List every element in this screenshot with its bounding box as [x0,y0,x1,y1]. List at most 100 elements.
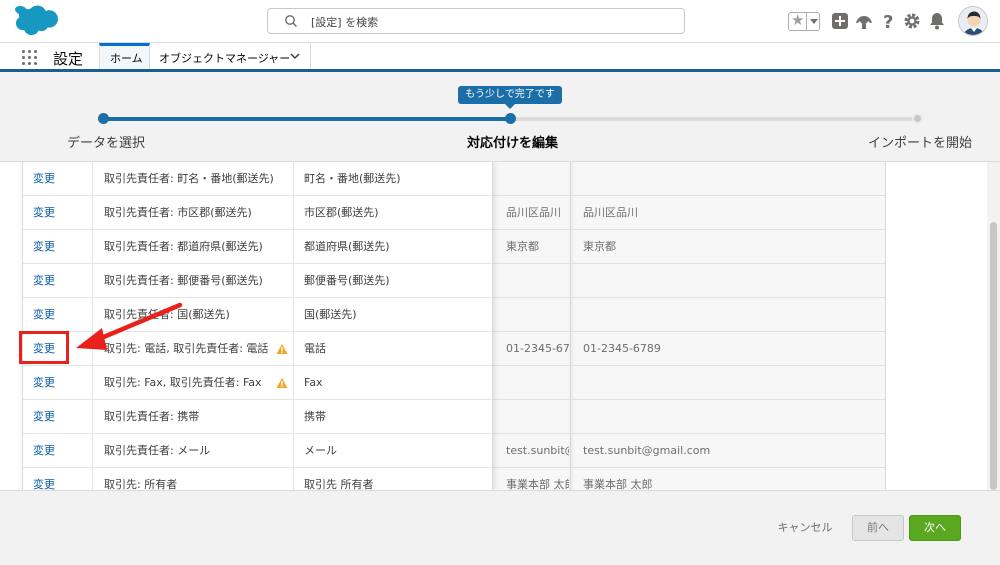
import-progress-indicator: もう少しで完了です データを選択 対応付けを編集 インポートを開始 [0,74,1000,162]
help-icon[interactable]: ? [878,11,898,31]
chevron-down-icon[interactable] [289,51,301,61]
mapped-field-name: 市区郡(郵送先) [304,206,379,219]
sample-value [583,400,883,434]
sample-value [583,162,883,196]
mapping-row: 変更 取引先責任者: 携帯 携帯 [23,400,492,434]
mapping-row: 変更 取引先責任者: 都道府県(郵送先) 都道府県(郵送先) [23,230,492,264]
global-header: [設定] を検索 ★ ? [0,0,1000,43]
mapping-row: 変更 取引先: Fax, 取引先責任者: Fax Fax [23,366,492,400]
warning-icon[interactable] [276,332,288,366]
sample-value: 01-2345-6789 [506,342,569,355]
change-mapping-link[interactable]: 変更 [33,196,88,230]
source-column-header: 取引先責任者: 市区郡(郵送先) [104,206,252,219]
sample-value [506,298,569,332]
sample-value: 品川区品川 [506,206,561,219]
sample-data-row [493,298,885,332]
bell-icon[interactable] [927,11,947,31]
sample-value: 事業本部 太郎 [506,478,569,490]
mapped-field-name: 国(郵送先) [304,308,357,321]
salesforce-cloud-logo[interactable] [10,5,58,38]
source-column-header: 取引先責任者: 町名・番地(郵送先) [104,172,274,185]
source-column-header: 取引先: Fax, 取引先責任者: Fax [104,376,262,389]
sample-data-row: 品川区品川 品川区品川 [493,196,885,230]
sample-value: test.sunbit@gmail.com [583,444,711,457]
sample-value [506,366,569,400]
progress-step-3-marker [912,113,923,124]
progress-step-select-data: データを選択 [67,136,146,151]
sample-data-row [493,400,885,434]
tab-object-manager[interactable]: オブジェクトマネージャー [151,43,311,69]
trailhead-icon[interactable] [854,11,874,31]
sample-value: 東京都 [506,240,539,253]
highlight-box [19,331,69,364]
gear-icon[interactable] [902,11,922,31]
setup-search-input[interactable]: [設定] を検索 [267,8,685,34]
sample-value [506,162,569,196]
mapping-row: 変更 取引先: 所有者 取引先 所有者 [23,468,492,490]
mapping-row: 変更 取引先責任者: メール メール [23,434,492,468]
sample-data-row: test.sunbit@gmail.com test.sunbit@gmail.c… [493,434,885,468]
change-mapping-link[interactable]: 変更 [33,162,88,196]
svg-text:?: ? [883,12,893,31]
wizard-footer: キャンセル 前へ 次へ [0,490,1000,565]
sample-data-row [493,264,885,298]
source-column-header: 取引先責任者: 携帯 [104,410,200,423]
cancel-button[interactable]: キャンセル [770,515,840,541]
mapped-field-name: 都道府県(郵送先) [304,240,390,253]
sample-value: 東京都 [583,240,616,253]
source-column-header: 取引先: 所有者 [104,478,178,490]
chevron-down-icon[interactable] [810,19,818,24]
progress-step-edit-mapping: 対応付けを編集 [467,136,559,151]
sample-data-row [493,162,885,196]
app-name: 設定 [53,50,84,68]
add-icon[interactable] [830,11,850,31]
mapped-field-name: 郵便番号(郵送先) [304,274,390,287]
next-button[interactable]: 次へ [909,515,961,541]
sample-value: test.sunbit@gmail.com [506,444,569,457]
sample-data-row: 東京都 東京都 [493,230,885,264]
tab-home-label: ホーム [110,52,143,65]
favorites-button[interactable]: ★ [788,11,820,31]
progress-step-1-marker [98,113,109,124]
mapping-row: 変更 取引先責任者: 市区郡(郵送先) 市区郡(郵送先) [23,196,492,230]
sample-value [583,366,883,400]
user-avatar-icon [959,7,987,35]
progress-step-2-marker [505,113,516,124]
tab-object-manager-label: オブジェクトマネージャー [159,52,291,65]
change-mapping-link[interactable]: 変更 [33,366,88,400]
mapping-row: 変更 取引先責任者: 町名・番地(郵送先) 町名・番地(郵送先) [23,162,492,196]
favorites-divider [806,13,807,30]
sample-value [506,400,569,434]
change-mapping-link[interactable]: 変更 [33,400,88,434]
favorites-star-icon: ★ [791,11,805,29]
mapped-field-name: Fax [304,376,323,389]
sample-value [583,264,883,298]
change-mapping-link[interactable]: 変更 [33,264,88,298]
sample-value [583,298,883,332]
change-mapping-link[interactable]: 変更 [33,230,88,264]
source-column-header: 取引先責任者: メール [104,444,211,457]
mapped-field-name: 町名・番地(郵送先) [304,172,401,185]
change-mapping-link[interactable]: 変更 [33,434,88,468]
change-mapping-link[interactable]: 変更 [33,468,88,490]
avatar[interactable] [958,6,988,36]
warning-icon[interactable] [276,366,288,400]
search-icon [285,15,297,27]
tab-home[interactable]: ホーム [99,43,150,69]
sample-value [506,264,569,298]
source-column-header: 取引先責任者: 都道府県(郵送先) [104,240,263,253]
sample-data-columns[interactable]: 品川区品川 品川区品川東京都 東京都 01-2345-6789 01-2345-6789… [493,162,886,490]
mapped-field-name: 携帯 [304,410,326,423]
scrollbar-thumb[interactable] [990,222,997,490]
sample-value: 品川区品川 [583,206,638,219]
progress-track-filled [104,117,511,121]
mapping-row: 変更 取引先責任者: 郵便番号(郵送先) 郵便番号(郵送先) [23,264,492,298]
sample-value: 01-2345-6789 [583,342,661,355]
mapped-field-name: 取引先 所有者 [304,478,374,490]
sample-data-row [493,366,885,400]
previous-button[interactable]: 前へ [852,515,904,541]
app-launcher-icon[interactable] [22,50,38,66]
mapped-field-name: メール [304,444,337,457]
app-navigation: 設定 ホーム オブジェクトマネージャー [0,43,1000,72]
source-column-header: 取引先責任者: 郵便番号(郵送先) [104,274,263,287]
